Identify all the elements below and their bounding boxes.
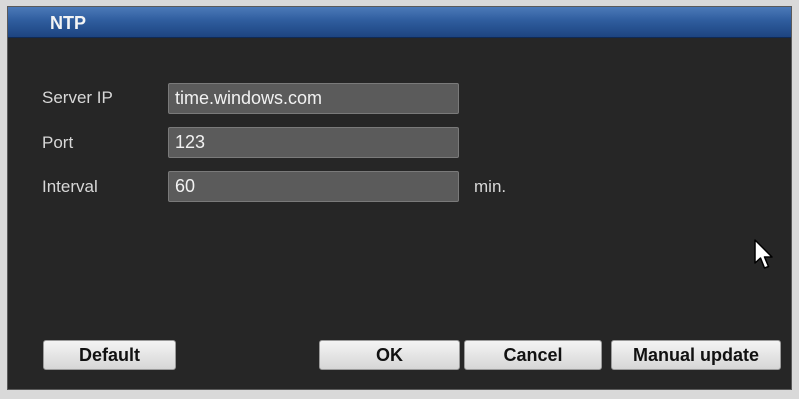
- interval-unit-label: min.: [474, 177, 507, 196]
- server-ip-input[interactable]: [168, 83, 459, 114]
- manual-update-button[interactable]: Manual update: [611, 340, 781, 370]
- interval-label: Interval: [42, 177, 98, 196]
- cancel-button[interactable]: Cancel: [464, 340, 602, 370]
- ntp-dialog: NTP Server IP Port Interval min. Default…: [7, 6, 792, 390]
- port-label: Port: [42, 133, 74, 152]
- dialog-title: NTP: [50, 13, 86, 33]
- interval-input[interactable]: [168, 171, 459, 202]
- default-button[interactable]: Default: [43, 340, 176, 370]
- server-ip-label: Server IP: [42, 88, 113, 107]
- title-bar: NTP: [8, 7, 791, 38]
- port-input[interactable]: [168, 127, 459, 158]
- ok-button[interactable]: OK: [319, 340, 460, 370]
- mouse-pointer-icon: [754, 239, 773, 269]
